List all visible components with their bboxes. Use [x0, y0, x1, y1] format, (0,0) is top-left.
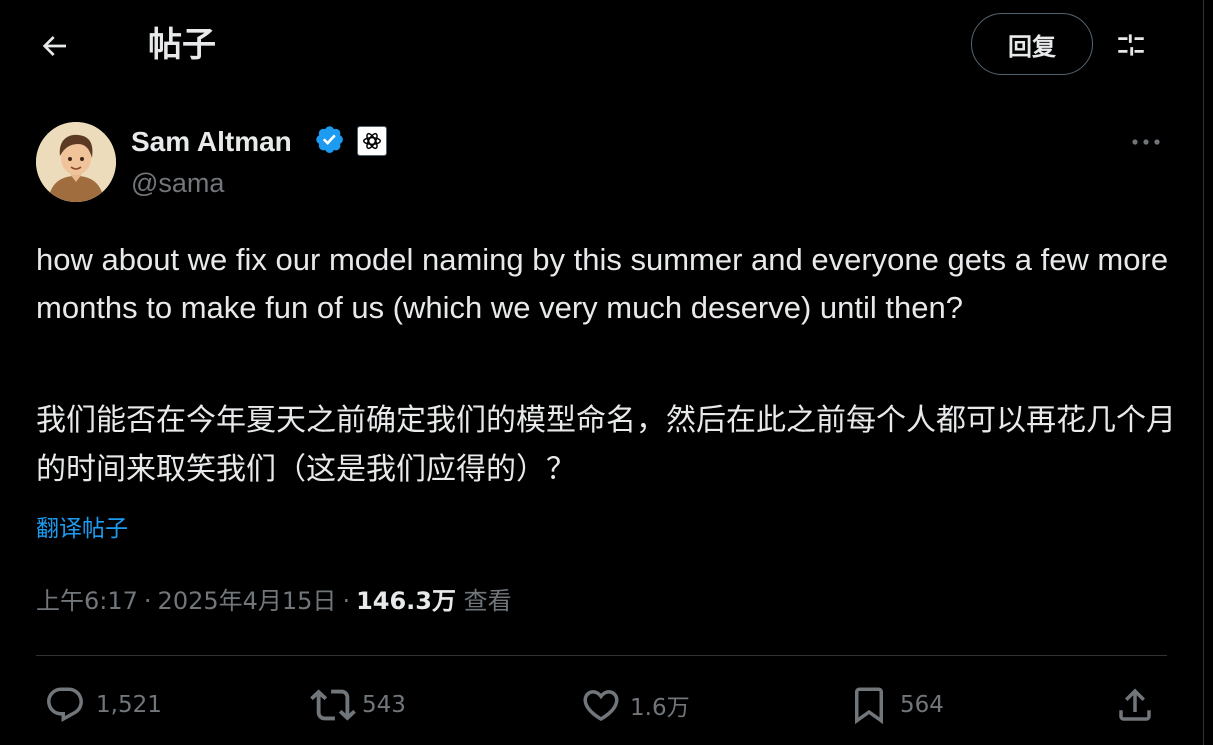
sliders-icon [1118, 34, 1144, 56]
repost-count: 543 [362, 692, 406, 718]
divider [36, 655, 1167, 656]
more-horizontal-icon [1132, 139, 1160, 145]
author-portrait-icon [36, 122, 116, 202]
views-count: 146.3万 [356, 587, 456, 615]
reply-bubble-icon [47, 687, 83, 722]
post-date[interactable]: 2025年4月15日 [158, 587, 337, 615]
reply-button[interactable]: 回复 [971, 13, 1093, 75]
heart-icon [583, 690, 619, 722]
post-time[interactable]: 上午6:17 [36, 587, 138, 615]
share-action-button[interactable] [1114, 682, 1156, 728]
meta-separator: · [143, 587, 152, 615]
page-title: 帖子 [148, 25, 216, 65]
avatar[interactable] [36, 122, 116, 202]
adjust-settings-button[interactable] [1108, 24, 1154, 66]
like-count: 1.6万 [630, 695, 690, 721]
bookmark-count: 564 [900, 692, 944, 718]
reply-action-button[interactable]: 1,521 [44, 682, 162, 728]
openai-logo-icon [363, 132, 381, 150]
meta-separator: · [342, 587, 351, 615]
bookmark-action-button[interactable]: 564 [848, 682, 944, 728]
translate-post-link[interactable]: 翻译帖子 [36, 513, 128, 545]
tweet-translation: 我们能否在今年夏天之前确定我们的模型命名，然后在此之前每个人都可以再花几个月的时… [36, 403, 1176, 487]
verified-badge[interactable] [314, 124, 348, 158]
more-options-button[interactable] [1126, 127, 1166, 157]
post-metadata: 上午6:17 · 2025年4月15日 · 146.3万 查看 [36, 584, 512, 618]
header-bar: 帖子 回复 [0, 0, 1203, 90]
share-icon [1119, 688, 1151, 721]
bookmark-icon [855, 687, 883, 725]
affiliate-badge[interactable] [357, 126, 387, 156]
reply-count: 1,521 [96, 692, 162, 718]
author-handle[interactable]: @sama [131, 166, 224, 200]
arrow-left-icon [42, 36, 66, 56]
repost-icon [310, 689, 356, 721]
repost-action-button[interactable]: 543 [310, 682, 406, 728]
author-name[interactable]: Sam Altman [131, 124, 292, 160]
verified-badge-icon [316, 126, 343, 153]
post-panel: 帖子 回复 Sam Altman @sama how about we fix … [0, 0, 1204, 745]
like-action-button[interactable]: 1.6万 [580, 682, 690, 728]
tweet-text: how about we fix our model naming by thi… [36, 242, 1169, 325]
views-label: 查看 [463, 587, 512, 615]
back-button[interactable] [30, 24, 78, 68]
